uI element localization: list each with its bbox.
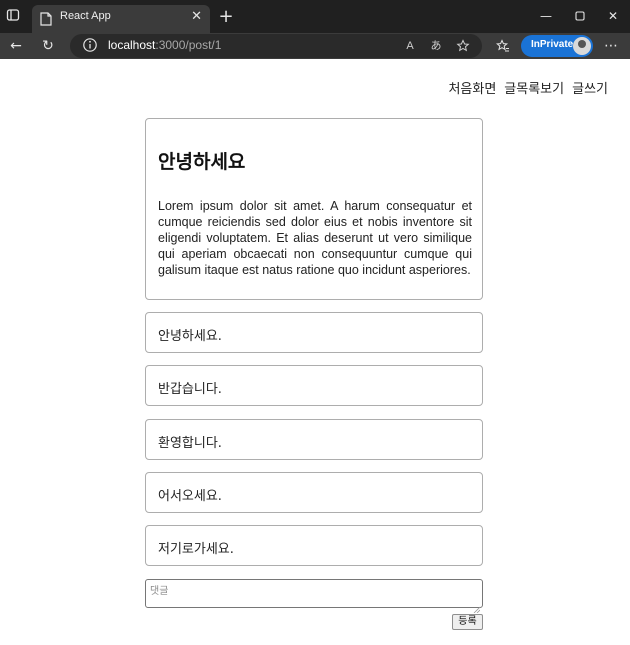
close-icon[interactable]: ✕ xyxy=(191,9,202,24)
comment-text: 저기로가세요. xyxy=(158,542,234,557)
comment-item: 안녕하세요. xyxy=(145,312,483,353)
url-path: :3000/post/1 xyxy=(155,38,222,52)
comment-text: 반갑습니다. xyxy=(158,382,222,397)
comment-text: 어서오세요. xyxy=(158,489,222,504)
inprivate-label: InPrivate xyxy=(531,39,574,50)
post-card: 안녕하세요 Lorem ipsum dolor sit amet. A haru… xyxy=(145,118,483,300)
comment-item: 어서오세요. xyxy=(145,472,483,513)
info-icon[interactable] xyxy=(82,37,98,53)
refresh-icon[interactable]: ↻ xyxy=(38,36,58,56)
nav-list-link[interactable]: 글목록보기 xyxy=(504,82,564,97)
url-text[interactable]: localhost:3000/post/1 xyxy=(108,38,221,52)
avatar xyxy=(573,37,591,55)
window-close-icon[interactable]: ✕ xyxy=(598,5,628,27)
address-bar[interactable]: localhost:3000/post/1 A あ xyxy=(70,34,482,58)
tab-title: React App xyxy=(60,10,111,22)
top-nav: 처음화면 글목록보기 글쓰기 xyxy=(440,78,608,97)
back-icon[interactable]: ← xyxy=(6,36,26,56)
comment-textarea[interactable]: 댓글 xyxy=(145,579,483,614)
favorites-icon[interactable] xyxy=(493,36,513,56)
post-body: Lorem ipsum dolor sit amet. A harum cons… xyxy=(158,199,472,277)
inprivate-button[interactable]: InPrivate xyxy=(521,35,593,57)
comment-item: 저기로가세요. xyxy=(145,525,483,566)
nav-home-link[interactable]: 처음화면 xyxy=(448,82,496,97)
add-favorite-icon[interactable] xyxy=(453,36,473,56)
comment-text: 안녕하세요. xyxy=(158,329,222,344)
browser-tab[interactable]: React App ✕ xyxy=(32,5,210,33)
nav-write-link[interactable]: 글쓰기 xyxy=(572,82,608,97)
minimize-icon[interactable]: — xyxy=(531,5,561,27)
url-host: localhost xyxy=(108,38,156,52)
comment-item: 환영합니다. xyxy=(145,419,483,460)
page-icon xyxy=(40,11,54,27)
maximize-icon[interactable] xyxy=(565,5,595,27)
browser-toolbar: ← ↻ localhost:3000/post/1 A あ InPrivate … xyxy=(0,33,630,59)
comment-item: 반갑습니다. xyxy=(145,365,483,406)
read-aloud-icon[interactable]: A xyxy=(400,36,420,56)
comment-placeholder: 댓글 xyxy=(150,586,169,597)
translate-icon[interactable]: あ xyxy=(426,36,446,56)
more-icon[interactable]: ⋯ xyxy=(601,36,621,56)
browser-tab-bar: React App ✕ + — ✕ xyxy=(0,0,630,33)
post-title: 안녕하세요 xyxy=(158,151,246,173)
comment-submit-button[interactable]: 등록 xyxy=(452,614,483,630)
tab-actions-icon[interactable] xyxy=(4,8,22,26)
page-content: 처음화면 글목록보기 글쓰기 안녕하세요 Lorem ipsum dolor sit… xyxy=(0,59,630,645)
plus-icon[interactable]: + xyxy=(216,6,236,28)
resize-grip-icon[interactable] xyxy=(473,598,481,614)
comment-text: 환영합니다. xyxy=(158,436,222,451)
